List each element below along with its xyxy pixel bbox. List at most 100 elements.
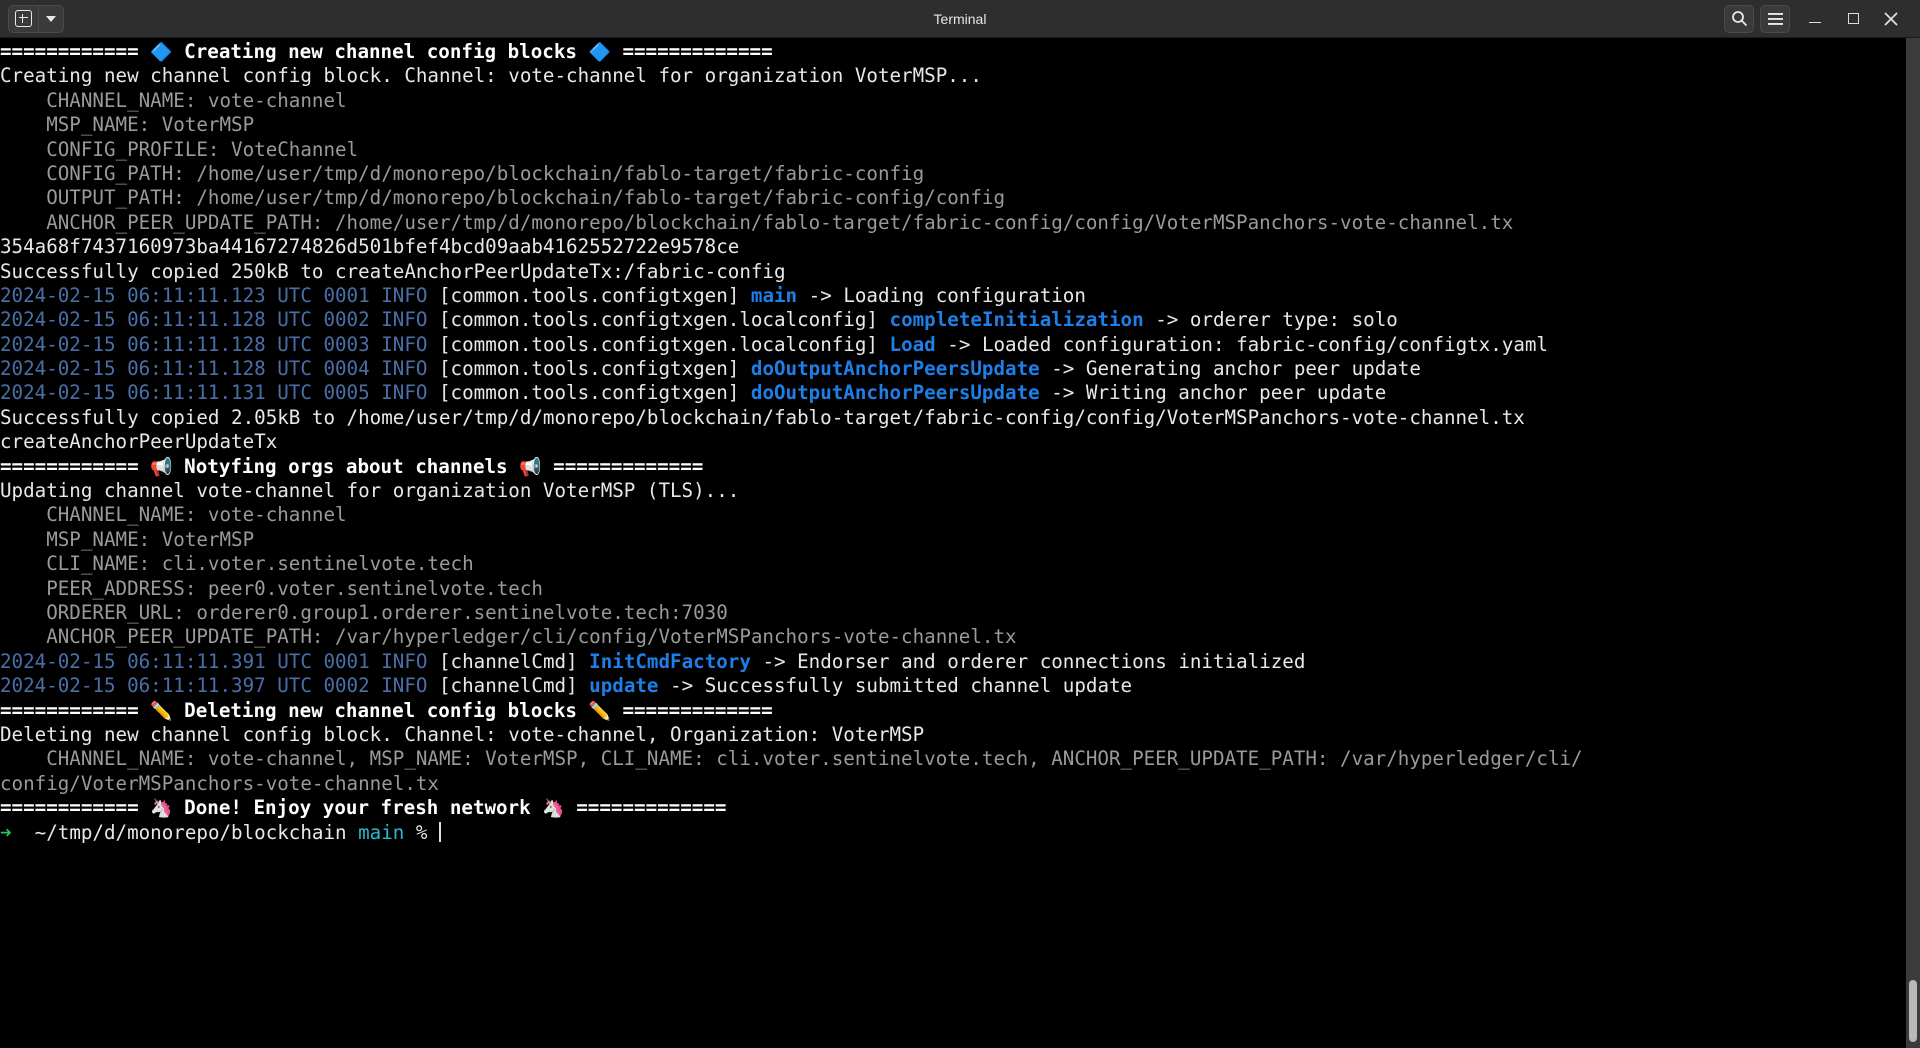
terminal-line-log-0002-localconfig: 2024-02-15 06:11:11.128 UTC 0002 INFO [c…	[0, 308, 1583, 332]
terminal-text: 2024-02-15 06:11:11.128 UTC 0003 INFO	[0, 332, 439, 356]
terminal-text: doOutputAnchorPeersUpdate	[750, 357, 1040, 381]
terminal-line-deleting-block: Deleting new channel config block. Chann…	[0, 723, 1583, 747]
terminal-line-hdr-done: ============ 🦄 Done! Enjoy your fresh ne…	[0, 796, 1583, 820]
terminal-text: [common.tools.configtxgen.localconfig]	[438, 308, 890, 332]
terminal-text: Load	[889, 332, 936, 356]
terminal-text: -> orderer type: solo	[1143, 308, 1398, 332]
titlebar-left-controls	[8, 4, 64, 33]
terminal-text: 2024-02-15 06:11:11.397 UTC 0002 INFO	[0, 674, 439, 698]
terminal-text: 🦄	[150, 798, 173, 820]
terminal-line-k-orderer-url: ORDERER_URL: orderer0.group1.orderer.sen…	[0, 601, 1583, 625]
terminal-text: [common.tools.configtxgen]	[438, 283, 751, 307]
terminal-text: Successfully copied 250kB to createAncho…	[0, 259, 786, 283]
window-title: Terminal	[933, 10, 987, 27]
terminal-text: =============	[610, 40, 773, 63]
scrollbar-thumb[interactable]	[1909, 980, 1917, 1042]
terminal-line-k-output-path: OUTPUT_PATH: /home/user/tmp/d/monorepo/b…	[0, 186, 1583, 210]
terminal-text: createAnchorPeerUpdateTx	[0, 430, 278, 454]
terminal-text: main	[358, 820, 405, 844]
close-button[interactable]	[1872, 0, 1910, 38]
menu-button[interactable]	[1760, 4, 1790, 33]
terminal-text: =============	[610, 698, 773, 722]
terminal-line-k-channel-name-1: CHANNEL_NAME: vote-channel	[0, 89, 1583, 113]
terminal-line-copied-205kb: Successfully copied 2.05kB to /home/user…	[0, 406, 1583, 430]
terminal-text: ============	[0, 796, 151, 820]
terminal-text: Updating channel vote-channel for organi…	[0, 479, 740, 503]
search-button[interactable]	[1724, 4, 1754, 33]
terminal-line-log-0005-anchorpeers: 2024-02-15 06:11:11.131 UTC 0005 INFO [c…	[0, 381, 1583, 405]
terminal-line-k-config-profile: CONFIG_PROFILE: VoteChannel	[0, 138, 1583, 162]
terminal-text: Creating new channel config block. Chann…	[0, 64, 982, 88]
terminal-text: [channelCmd]	[438, 674, 590, 698]
terminal-text: 354a68f7437160973ba44167274826d501bfef4b…	[0, 235, 740, 259]
terminal-text: -> Generating anchor peer update	[1039, 357, 1421, 381]
terminal-text: 📢	[150, 456, 173, 478]
window-titlebar: Terminal	[0, 0, 1920, 38]
minimize-button[interactable]	[1796, 0, 1834, 38]
terminal-text: CHANNEL_NAME: vote-channel, MSP_NAME: Vo…	[0, 747, 1583, 771]
terminal-text: 🔷	[150, 42, 173, 63]
terminal-text: 🔷	[588, 42, 611, 63]
terminal-text: update	[589, 674, 659, 698]
terminal-text: CHANNEL_NAME: vote-channel	[0, 88, 347, 112]
terminal-line-log-0002-channelcmd: 2024-02-15 06:11:11.397 UTC 0002 INFO [c…	[0, 674, 1583, 698]
new-tab-dropdown-button[interactable]	[38, 4, 64, 33]
maximize-button[interactable]	[1834, 0, 1872, 38]
terminal-text: main	[750, 283, 798, 307]
terminal-text: MSP_NAME: VoterMSP	[0, 527, 255, 551]
terminal-line-k-cli-name: CLI_NAME: cli.voter.sentinelvote.tech	[0, 552, 1583, 576]
terminal-text: =============	[564, 796, 727, 820]
terminal-text: [channelCmd]	[438, 649, 590, 673]
terminal-text: %	[404, 820, 439, 844]
terminal-text: Successfully copied 2.05kB to /home/user…	[0, 405, 1525, 429]
terminal-cursor	[439, 821, 441, 842]
terminal-line-k-combined-1: CHANNEL_NAME: vote-channel, MSP_NAME: Vo…	[0, 747, 1583, 771]
terminal-text: config/VoterMSPanchors-vote-channel.tx	[0, 771, 439, 795]
terminal-line-k-config-path: CONFIG_PATH: /home/user/tmp/d/monorepo/b…	[0, 162, 1583, 186]
hamburger-menu-icon	[1767, 12, 1783, 25]
terminal-line-k-combined-2: config/VoterMSPanchors-vote-channel.tx	[0, 772, 1583, 796]
terminal-line-log-0004-anchorpeers: 2024-02-15 06:11:11.128 UTC 0004 INFO [c…	[0, 357, 1583, 381]
terminal-line-log-0003-load: 2024-02-15 06:11:11.128 UTC 0003 INFO [c…	[0, 333, 1583, 357]
terminal-text: ============	[0, 40, 151, 63]
terminal-text: ✏️	[588, 700, 611, 722]
terminal-line-hdr-notifying: ============ 📢 Notyfing orgs about chann…	[0, 455, 1583, 479]
terminal-text: ORDERER_URL: orderer0.group1.orderer.sen…	[0, 600, 728, 624]
terminal-text: ✏️	[150, 700, 173, 722]
terminal-text: -> Loaded configuration: fabric-config/c…	[935, 332, 1548, 356]
terminal-output-area[interactable]: ============ 🔷 Creating new channel conf…	[0, 38, 1920, 1048]
terminal-text: CONFIG_PROFILE: VoteChannel	[0, 137, 359, 161]
terminal-text: 2024-02-15 06:11:11.391 UTC 0001 INFO	[0, 649, 439, 673]
terminal-line-k-msp-name-1: MSP_NAME: VoterMSP	[0, 113, 1583, 137]
terminal-line-prompt: ➜ ~/tmp/d/monorepo/blockchain main %	[0, 821, 1583, 845]
terminal-scrollbar[interactable]	[1906, 38, 1920, 1048]
new-tab-button[interactable]	[8, 4, 38, 33]
terminal-text: [common.tools.configtxgen]	[438, 381, 751, 405]
terminal-text: doOutputAnchorPeersUpdate	[750, 381, 1040, 405]
terminal-line-hdr-creating: ============ 🔷 Creating new channel conf…	[0, 40, 1583, 64]
terminal-line-k-anchor-path-1: ANCHOR_PEER_UPDATE_PATH: /home/user/tmp/…	[0, 211, 1583, 235]
terminal-text: CONFIG_PATH: /home/user/tmp/d/monorepo/b…	[0, 161, 925, 185]
terminal-text: ANCHOR_PEER_UPDATE_PATH: /var/hyperledge…	[0, 625, 1017, 649]
terminal-text: [common.tools.configtxgen]	[438, 357, 751, 381]
terminal-line-k-channel-name-2: CHANNEL_NAME: vote-channel	[0, 503, 1583, 527]
terminal-text: Creating new channel config blocks	[172, 40, 589, 63]
terminal-line-log-0001-configtxgen: 2024-02-15 06:11:11.123 UTC 0001 INFO [c…	[0, 284, 1583, 308]
terminal-line-log-0001-channelcmd: 2024-02-15 06:11:11.391 UTC 0001 INFO [c…	[0, 650, 1583, 674]
terminal-text: 2024-02-15 06:11:11.131 UTC 0005 INFO	[0, 381, 439, 405]
terminal-text: CLI_NAME: cli.voter.sentinelvote.tech	[0, 552, 474, 576]
titlebar-right-controls	[1724, 0, 1920, 38]
terminal-text: -> Writing anchor peer update	[1039, 381, 1387, 405]
search-icon	[1731, 11, 1747, 26]
terminal-line-k-anchor-path-2: ANCHOR_PEER_UPDATE_PATH: /var/hyperledge…	[0, 625, 1583, 649]
terminal-line-hash: 354a68f7437160973ba44167274826d501bfef4b…	[0, 235, 1583, 259]
terminal-line-creating-block: Creating new channel config block. Chann…	[0, 64, 1583, 88]
terminal-text: PEER_ADDRESS: peer0.voter.sentinelvote.t…	[0, 576, 543, 600]
terminal-text: 2024-02-15 06:11:11.128 UTC 0002 INFO	[0, 308, 439, 332]
close-icon	[1884, 12, 1898, 25]
terminal-text: InitCmdFactory	[589, 649, 751, 673]
terminal-line-updating-channel: Updating channel vote-channel for organi…	[0, 479, 1583, 503]
terminal-text: -> Endorser and orderer connections init…	[750, 649, 1306, 673]
terminal-text: OUTPUT_PATH: /home/user/tmp/d/monorepo/b…	[0, 186, 1006, 210]
terminal-text: [common.tools.configtxgen.localconfig]	[438, 332, 890, 356]
